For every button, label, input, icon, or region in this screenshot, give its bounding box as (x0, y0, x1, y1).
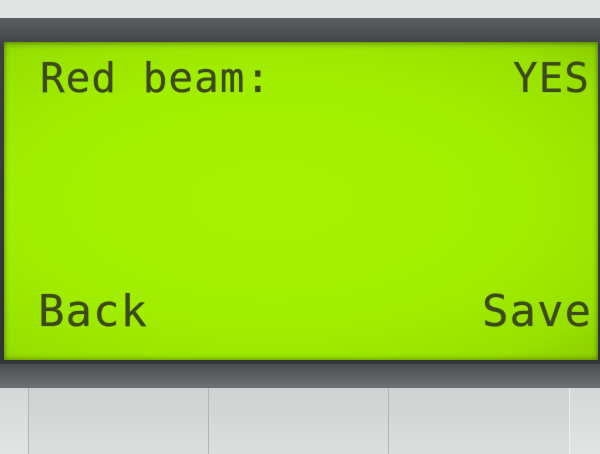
hardware-key-left[interactable] (28, 388, 210, 454)
hardware-key-row (0, 388, 600, 454)
hardware-key-middle[interactable] (208, 388, 390, 454)
device-panel: Red beam: YES Back Save (0, 0, 600, 454)
hardware-key-right[interactable] (388, 388, 570, 454)
back-softkey[interactable]: Back (38, 286, 148, 337)
save-softkey[interactable]: Save (482, 286, 592, 337)
bezel-bottom-edge (0, 364, 600, 388)
setting-label: Red beam: (40, 54, 272, 102)
setting-value[interactable]: YES (513, 54, 590, 102)
